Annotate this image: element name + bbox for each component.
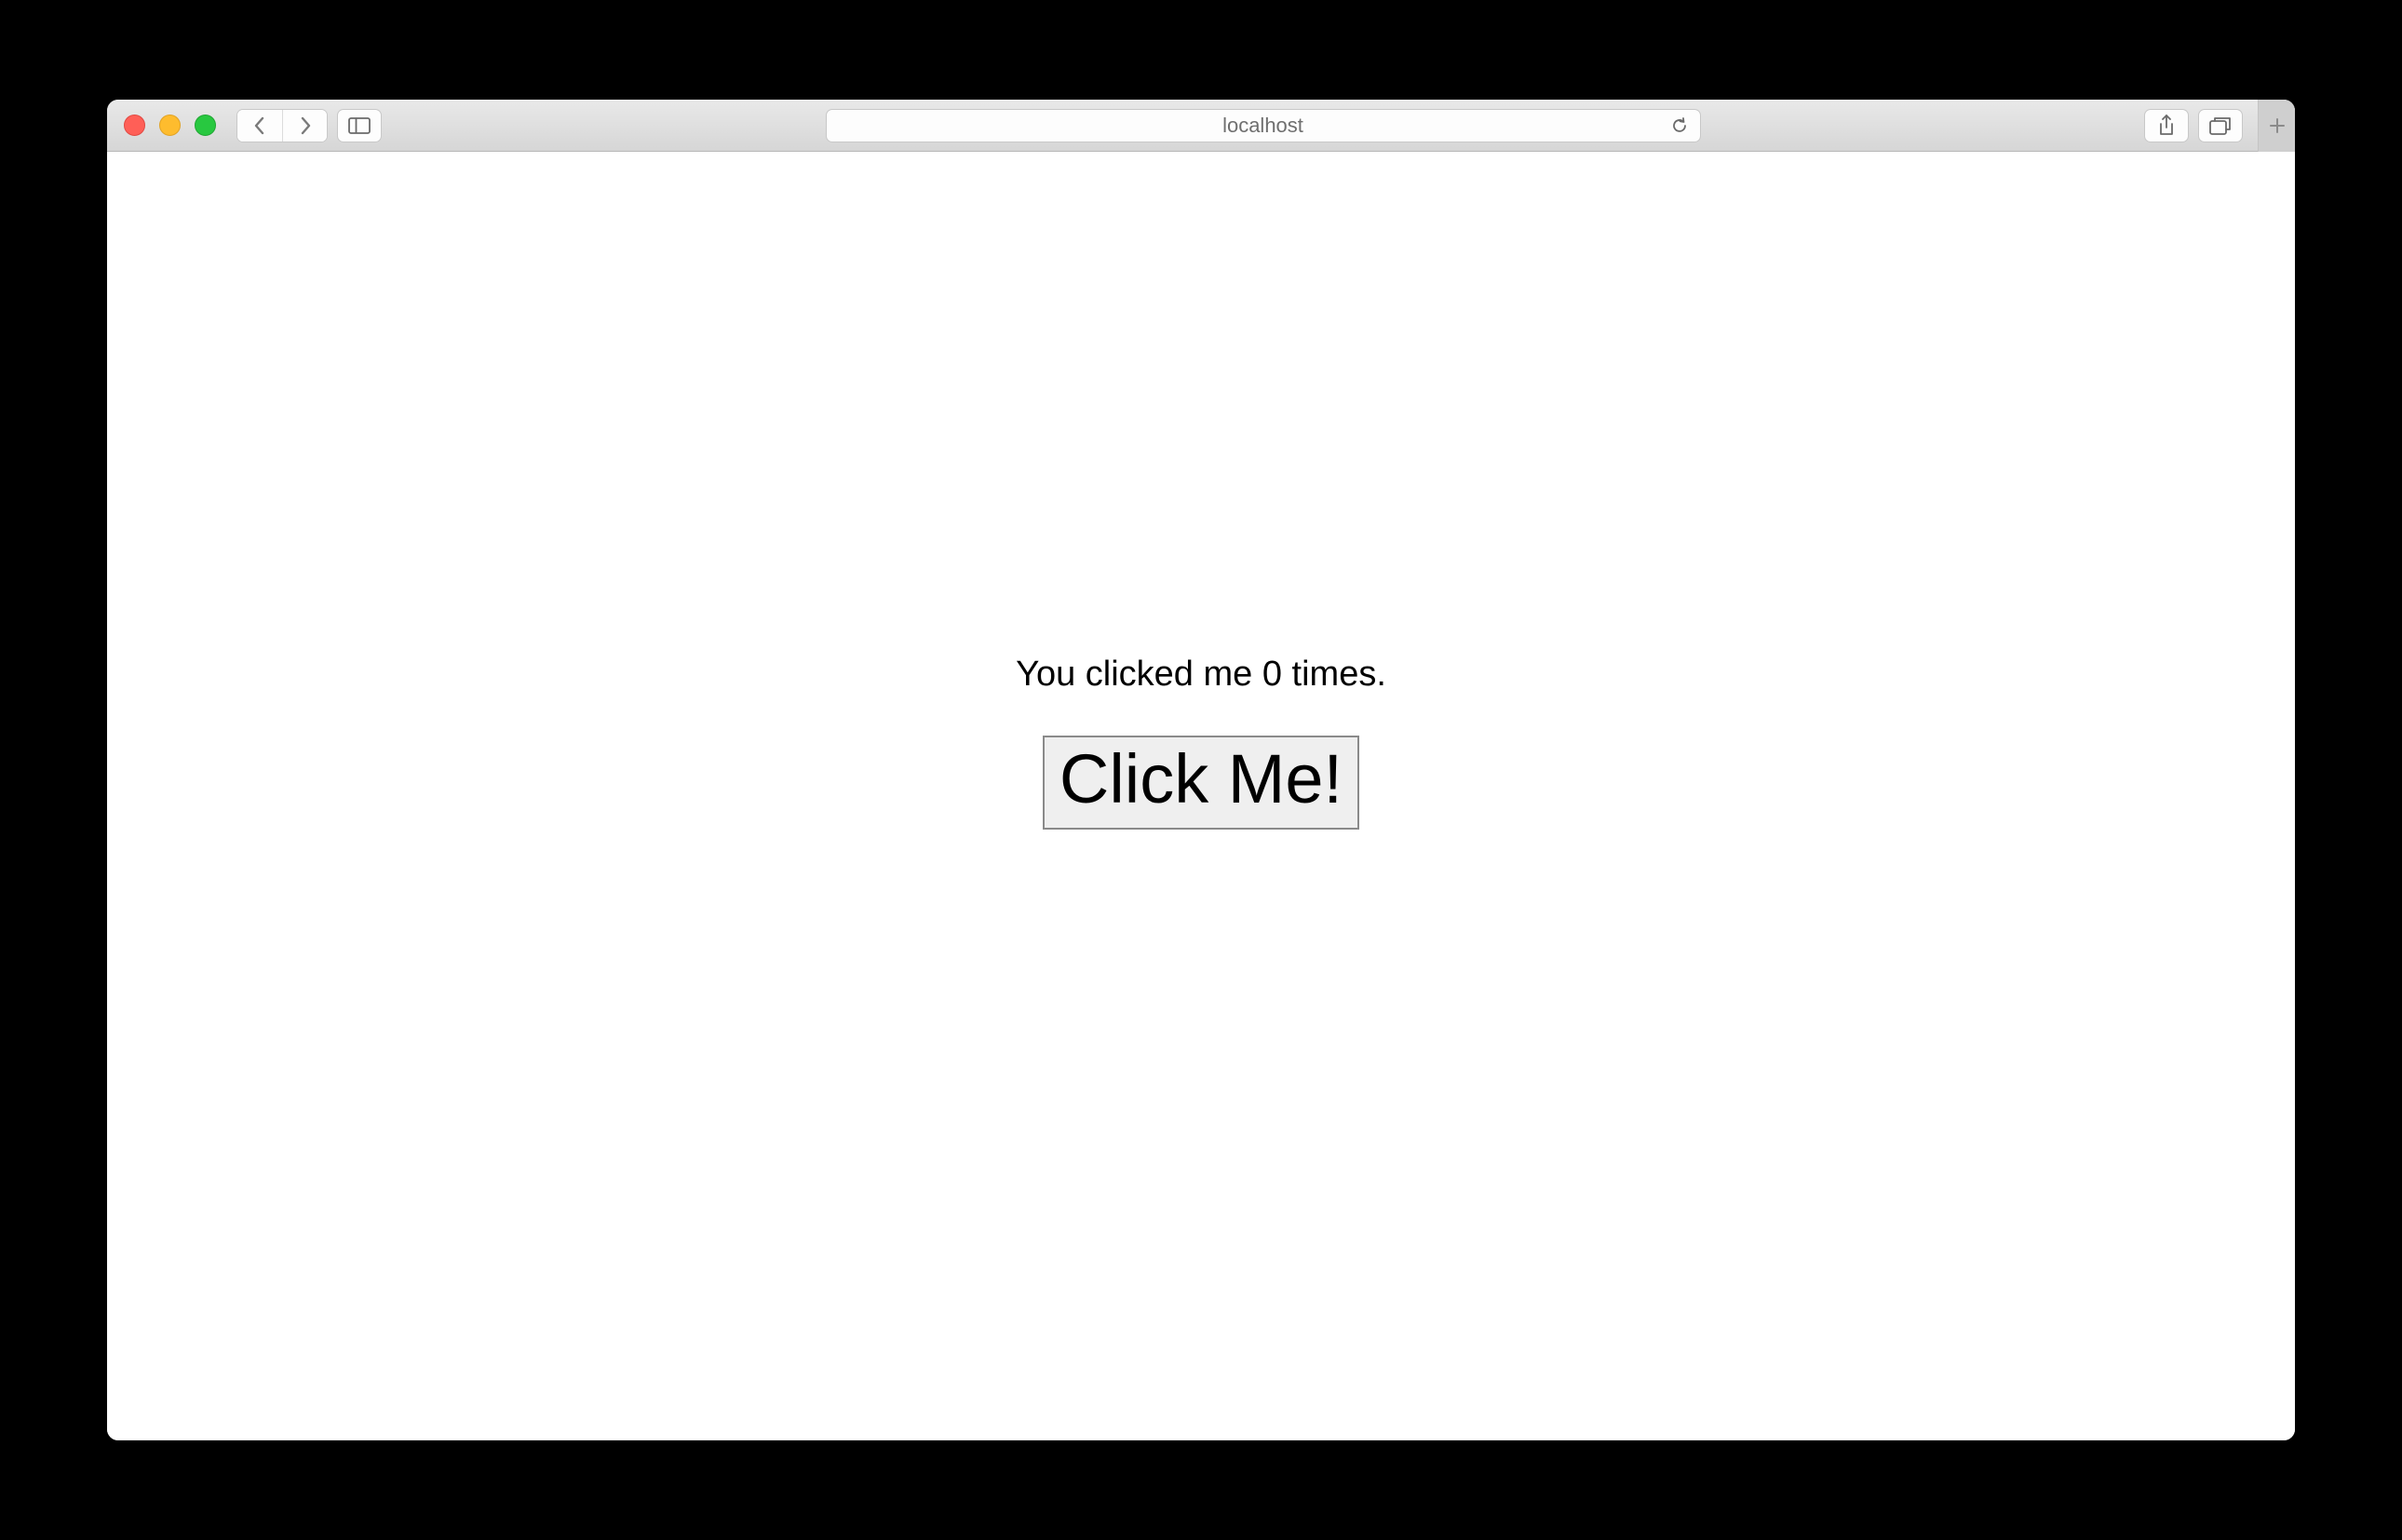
new-tab-button[interactable] <box>2258 100 2295 152</box>
right-toolbar <box>2144 100 2278 152</box>
back-button[interactable] <box>237 110 282 142</box>
minimize-window-button[interactable] <box>159 115 181 136</box>
share-button[interactable] <box>2144 109 2189 142</box>
chevron-left-icon <box>252 115 267 136</box>
chevron-right-icon <box>298 115 313 136</box>
sidebar-icon <box>348 117 371 134</box>
plus-icon <box>2268 116 2287 135</box>
address-url-text: localhost <box>1222 114 1303 138</box>
reload-button[interactable] <box>1670 116 1689 135</box>
tabs-icon <box>2209 116 2232 135</box>
close-window-button[interactable] <box>124 115 145 136</box>
address-bar[interactable]: localhost <box>826 109 1701 142</box>
page-content: You clicked me 0 times. Click Me! <box>107 152 2295 1440</box>
tabs-button[interactable] <box>2198 109 2243 142</box>
reload-icon <box>1670 116 1689 135</box>
nav-back-forward <box>236 109 328 142</box>
click-me-button[interactable]: Click Me! <box>1043 736 1359 830</box>
forward-button[interactable] <box>282 110 327 142</box>
share-icon <box>2157 115 2176 137</box>
address-bar-container: localhost <box>382 109 2144 142</box>
nav-group <box>236 109 382 142</box>
traffic-lights <box>124 115 216 136</box>
browser-window: localhost <box>107 100 2295 1440</box>
fullscreen-window-button[interactable] <box>195 115 216 136</box>
title-bar: localhost <box>107 100 2295 152</box>
click-count-text: You clicked me 0 times. <box>1016 655 1386 695</box>
sidebar-toggle-button[interactable] <box>337 109 382 142</box>
